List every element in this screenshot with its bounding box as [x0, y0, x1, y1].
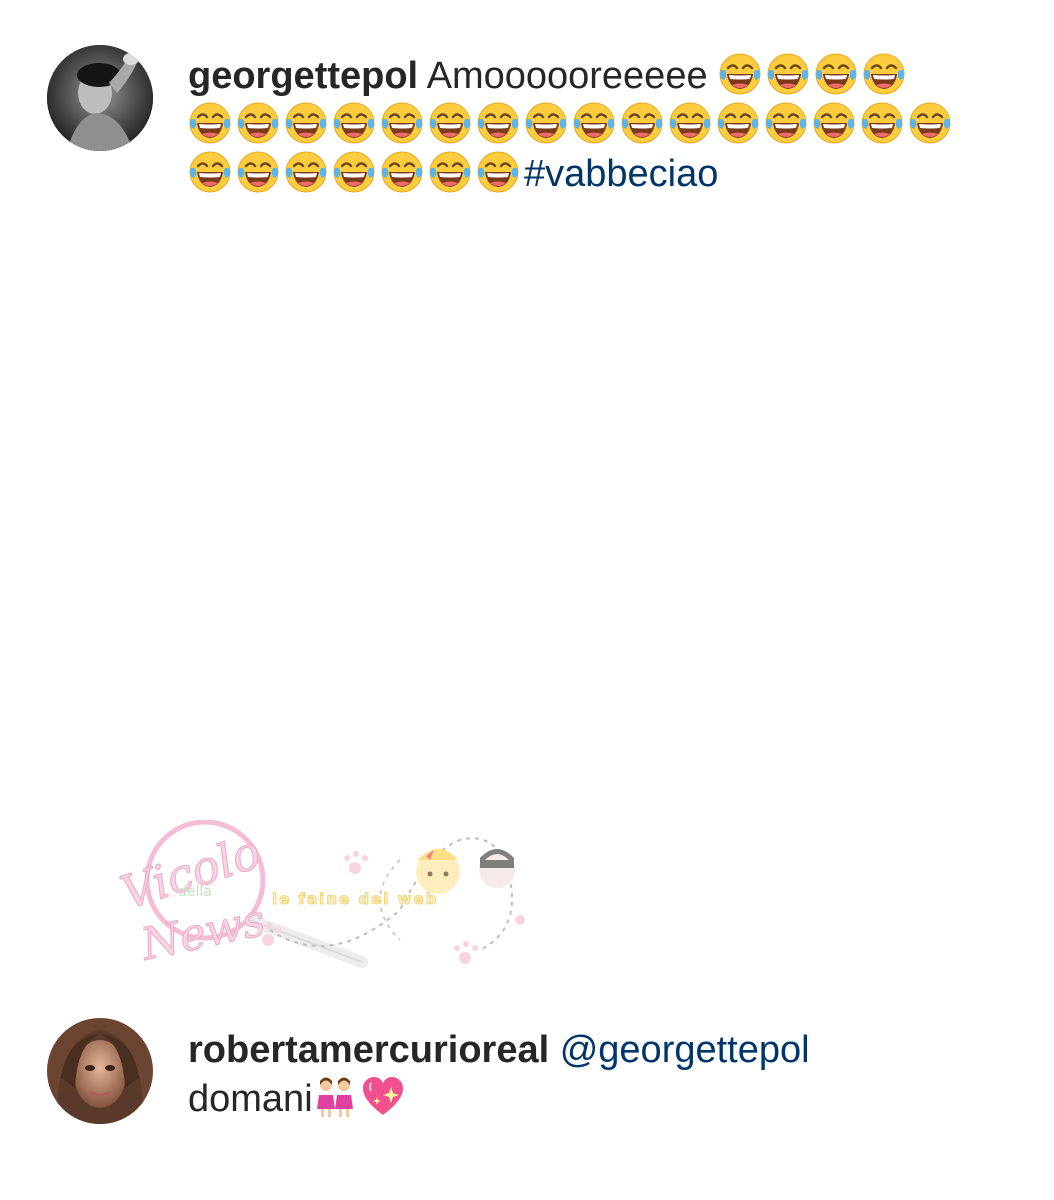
comment-text: robertamercurioreal @georgettepol domani	[188, 1026, 1008, 1124]
face-with-tears-of-joy-icon	[236, 101, 280, 145]
face-with-tears-of-joy-icon	[476, 101, 520, 145]
face-with-tears-of-joy-icon	[428, 101, 472, 145]
face-with-tears-of-joy-icon	[812, 101, 856, 145]
face-with-tears-of-joy-icon	[620, 101, 664, 145]
mention-link[interactable]: @georgettepol	[560, 1029, 810, 1071]
comment-text: georgettepol Amoooooreeeee #vabbeciao	[188, 52, 1008, 199]
face-with-tears-of-joy-icon	[284, 101, 328, 145]
face-with-tears-of-joy-icon	[908, 101, 952, 145]
svg-text:della: della	[178, 884, 212, 900]
face-with-tears-of-joy-icon	[284, 150, 328, 194]
face-with-tears-of-joy-icon	[718, 52, 762, 96]
avatar[interactable]	[47, 1018, 153, 1124]
face-with-tears-of-joy-icon	[862, 52, 906, 96]
face-with-tears-of-joy-icon	[476, 150, 520, 194]
face-with-tears-of-joy-icon	[524, 101, 568, 145]
sparkling-heart-icon	[361, 1075, 405, 1119]
face-with-tears-of-joy-icon	[766, 52, 810, 96]
comments-view: georgettepol Amoooooreeeee #vabbeciao Vi…	[0, 0, 1054, 1200]
face-with-tears-of-joy-icon	[188, 101, 232, 145]
face-with-tears-of-joy-icon	[380, 150, 424, 194]
two-women-icon	[313, 1075, 357, 1119]
face-with-tears-of-joy-icon	[814, 52, 858, 96]
face-with-tears-of-joy-icon	[380, 101, 424, 145]
emoji-group	[188, 101, 956, 146]
comment-body: Amoooooreeeee	[426, 55, 708, 97]
face-with-tears-of-joy-icon	[668, 101, 712, 145]
hashtag-link[interactable]: #vabbeciao	[524, 153, 718, 195]
face-with-tears-of-joy-icon	[716, 101, 760, 145]
face-with-tears-of-joy-icon	[236, 150, 280, 194]
face-with-tears-of-joy-icon	[332, 150, 376, 194]
face-with-tears-of-joy-icon	[332, 101, 376, 145]
face-with-tears-of-joy-icon	[188, 150, 232, 194]
emoji-group	[718, 52, 910, 97]
emoji-group	[188, 150, 524, 195]
face-with-tears-of-joy-icon	[764, 101, 808, 145]
comment-body: domani	[188, 1078, 313, 1120]
avatar[interactable]	[47, 45, 153, 151]
face-with-tears-of-joy-icon	[860, 101, 904, 145]
username-link[interactable]: robertamercurioreal	[188, 1029, 549, 1071]
watermark-tagline: le faine del web	[271, 890, 439, 909]
face-with-tears-of-joy-icon	[428, 150, 472, 194]
face-with-tears-of-joy-icon	[572, 101, 616, 145]
username-link[interactable]: georgettepol	[188, 55, 418, 97]
